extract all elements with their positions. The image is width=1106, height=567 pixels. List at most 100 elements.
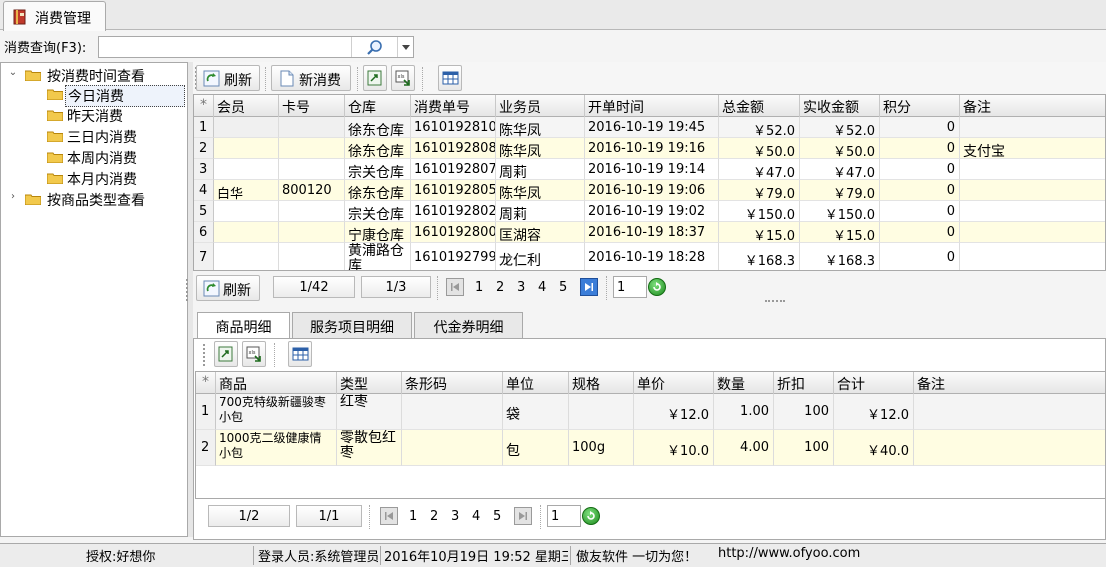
cell-total: ￥50.0 [719,138,800,159]
cell-points: 0 [880,138,960,159]
export-excel-button[interactable] [363,65,387,91]
pager-grip[interactable] [186,279,189,301]
go-arrow-icon [587,511,595,520]
column-header[interactable]: 会员 [214,95,279,117]
tree-node-today[interactable]: 今日消费 [43,84,185,107]
collapse-arrow-icon[interactable]: ⌄ [7,67,19,78]
detail-last-page-button[interactable] [514,507,532,525]
cell-staff: 陈华凤 [496,138,585,159]
cell-paid: ￥168.3 [800,243,880,270]
goto-page-button[interactable] [648,278,666,296]
column-header[interactable]: 卡号 [279,95,345,117]
column-header[interactable]: 商品 [216,372,337,394]
page-link[interactable]: 1 [475,280,483,295]
page-link[interactable]: 3 [451,509,459,524]
column-header[interactable]: 类型 [337,372,402,394]
order-row[interactable]: 6 宁康仓库 1610192800 匡湖容 2016-10-19 18:37 ￥15.0 ￥… [194,222,1105,243]
horizontal-splitter[interactable] [765,300,785,306]
cell-points: 0 [880,180,960,201]
detail-export-excel-button[interactable] [214,341,238,367]
tree-node-this-week[interactable]: 本周内消费 [43,147,185,167]
cell-time: 2016-10-19 18:37 [585,222,719,243]
cell-unit: 包 [503,430,569,466]
expand-arrow-icon[interactable]: › [7,191,19,202]
column-header[interactable]: 实收金额 [800,95,880,117]
cell-no: 1610192799 [411,243,496,270]
search-input[interactable] [100,38,350,56]
page-link[interactable]: 4 [538,280,546,295]
order-row[interactable]: 3 宗关仓库 1610192807 周莉 2016-10-19 19:14 ￥47.0 ￥4… [194,159,1105,180]
column-header[interactable]: 合计 [834,372,914,394]
last-page-button[interactable] [580,278,598,296]
tab-service-details[interactable]: 服务项目明细 [292,312,412,338]
page-link[interactable]: 4 [472,509,480,524]
status-license: 授权:好想你 [86,550,156,565]
page-link[interactable]: 2 [430,509,438,524]
column-header[interactable]: 折扣 [774,372,834,394]
column-header[interactable]: 消费单号 [411,95,496,117]
tree-node-by-category[interactable]: › 按商品类型查看 [7,189,185,209]
status-url[interactable]: http://www.ofyoo.com [718,546,860,561]
row-indicator-header: * [196,372,216,394]
search-dropdown-button[interactable] [397,37,413,57]
page-link[interactable]: 5 [493,509,501,524]
item-row[interactable]: 1 700克特级新疆骏枣小包 红枣袋 ￥12.0 1.00 100 ￥12.0 [196,394,1105,430]
column-header[interactable]: 总金额 [719,95,800,117]
tab-voucher-details[interactable]: 代金券明细 [414,312,523,338]
column-header[interactable]: 数量 [714,372,774,394]
order-row[interactable]: 7 黄浦路仓库 1610192799 龙仁利 2016-10-19 18:28 ￥168.… [194,243,1105,270]
category-tree: ⌄ 按消费时间查看 今日消费 昨天消费 三日内消费 本周内消费 本月内消费 › … [0,62,188,537]
column-header[interactable]: 单价 [634,372,714,394]
order-row[interactable]: 5 宗关仓库 1610192802 周莉 2016-10-19 19:02 ￥150.0 ￥… [194,201,1105,222]
refresh-label: 刷新 [224,73,252,89]
item-row[interactable]: 2 1000克二级健康情小包 零散包红枣 包 100g ￥10.0 4.00 100 ￥40.0 [196,430,1105,466]
column-header[interactable]: 仓库 [345,95,411,117]
tree-node-yesterday[interactable]: 昨天消费 [43,105,185,125]
page-link[interactable]: 1 [409,509,417,524]
page-link[interactable]: 3 [517,280,525,295]
column-header[interactable]: 业务员 [496,95,585,117]
column-header[interactable]: 备注 [914,372,1105,394]
items-grid-header: * 商品 类型 条形码 单位 规格 单价 数量 折扣 合计 备注 [196,372,1105,394]
goto-page-input[interactable]: 1 [613,276,647,298]
tree-node-three-days[interactable]: 三日内消费 [43,126,185,146]
order-row[interactable]: 1 徐东仓库 1610192810 陈华凤 2016-10-19 19:45 ￥52.0 ￥… [194,117,1105,138]
page-link[interactable]: 5 [559,280,567,295]
cell-n: 2 [194,138,214,159]
cell-qty: 1.00 [714,394,774,430]
detail-record-indicator: 1/2 [208,505,290,527]
column-header[interactable]: 备注 [960,95,1105,117]
order-row[interactable]: 4 白华 800120 徐东仓库 1610192805 陈华凤 2016-10-19 19:… [194,180,1105,201]
cell-staff: 龙仁利 [496,243,585,270]
refresh-button[interactable]: 刷新 [196,65,260,91]
column-chooser-button[interactable] [438,65,462,91]
column-header[interactable]: 开单时间 [585,95,719,117]
cell-no: 1610192802 [411,201,496,222]
status-bar: 授权:好想你 登录人员:系统管理员 2016年10月19日 19:52 星期三 … [0,543,1106,567]
tree-node-by-time[interactable]: ⌄ 按消费时间查看 [7,65,185,85]
detail-goto-page-input[interactable]: 1 [547,505,581,527]
page-link[interactable]: 2 [496,280,504,295]
column-header[interactable]: 规格 [569,372,634,394]
column-header[interactable]: 单位 [503,372,569,394]
new-consumption-button[interactable]: 新消费 [271,65,351,91]
pager-refresh-button[interactable]: 刷新 [196,275,260,301]
export-xls-button[interactable]: xls [391,65,415,91]
tab-product-details[interactable]: 商品明细 [197,312,290,339]
toolbar-grip[interactable] [203,344,206,366]
cell-points: 0 [880,222,960,243]
column-header[interactable]: 积分 [880,95,960,117]
search-button[interactable] [351,37,397,57]
detail-goto-page-button[interactable] [582,507,600,525]
tab-consumption-management[interactable]: 消费管理 [3,1,106,31]
first-page-button[interactable] [446,278,464,296]
cell-price: ￥10.0 [634,430,714,466]
order-row[interactable]: 2 徐东仓库 1610192808 陈华凤 2016-10-19 19:16 ￥50.0 ￥… [194,138,1105,159]
column-header[interactable]: 条形码 [402,372,503,394]
detail-column-chooser-button[interactable] [288,341,312,367]
detail-first-page-button[interactable] [380,507,398,525]
cell-no: 1610192808 [411,138,496,159]
cell-store: 徐东仓库 [345,180,411,201]
tree-node-this-month[interactable]: 本月内消费 [43,168,185,188]
detail-export-xls-button[interactable]: xls [242,341,266,367]
